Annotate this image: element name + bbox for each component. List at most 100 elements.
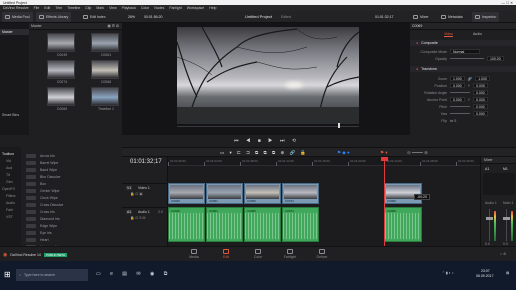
menu-item[interactable]: Timeline (67, 6, 80, 10)
media-clip-thumbnail[interactable]: C0069 (47, 87, 77, 111)
audio-track-header[interactable]: A1 Audio 1 2.0 🔒 ⊡ S M (122, 207, 168, 241)
menu-item[interactable]: Nodes (154, 6, 164, 10)
page-tab-edit[interactable]: Edit (210, 249, 242, 259)
metadata-button[interactable]: Metadata (438, 12, 466, 22)
timeline-ruler[interactable]: 01:01:00:00 01:01:04:00 01:01:08:00 01:01:1… (168, 157, 480, 166)
position-y-field[interactable]: 0.000 (473, 83, 488, 88)
transition-item[interactable]: Cross Iris (0, 208, 122, 215)
transition-item[interactable]: Blur Dissolve (0, 173, 122, 180)
zoom-x-field[interactable]: 1.000 (450, 76, 465, 81)
anchor-x-field[interactable]: 0.000 (450, 97, 465, 102)
page-tab-deliver[interactable]: Deliver (306, 249, 338, 259)
snapping-icon[interactable]: ⚑ ◆ ● (337, 150, 350, 156)
menu-item[interactable]: Mark (96, 6, 104, 10)
menu-item[interactable]: Help (209, 6, 216, 10)
menu-item[interactable]: Color (141, 6, 149, 10)
menu-item[interactable]: Workspace (187, 6, 204, 10)
zoom-level[interactable]: 26% (128, 15, 135, 19)
transition-item[interactable]: Cross Dissolve (0, 201, 122, 208)
flag-icon[interactable]: ⚑ ▾ (380, 150, 388, 156)
yaw-slider[interactable] (450, 113, 470, 114)
video-clip[interactable]: C0049 (168, 183, 205, 204)
audio-clip[interactable]: C0049 (168, 207, 205, 242)
menu-item[interactable]: Clip (85, 6, 91, 10)
zoom-y-field[interactable]: 1.000 (475, 76, 490, 81)
mixer-button[interactable]: Mixer (410, 12, 432, 22)
edit-tools[interactable]: ▭ ▾ ⊏ ⊐ ⧉ ⧉ ⧉ ⊕ 🔗 🔒 (220, 150, 308, 156)
transition-item[interactable]: Barrel Wipe (0, 159, 122, 166)
fader-a1[interactable] (489, 209, 490, 241)
video-track-header[interactable]: V1 Video 1 🔒 ⊡ ▣ (122, 183, 168, 204)
position-x-field[interactable]: 0.000 (450, 83, 465, 88)
transition-item[interactable]: Edge Wipe (0, 222, 122, 229)
audio-clip[interactable]: C0069 (384, 207, 422, 242)
link-icon[interactable]: 🔗 (468, 77, 472, 81)
viewer-playhead[interactable] (338, 123, 340, 128)
media-clip-thumbnail[interactable]: C0066 (91, 60, 121, 84)
composite-mode-select[interactable]: Normal (450, 49, 480, 54)
window-controls[interactable]: — ☐ ✕ (501, 1, 513, 5)
menu-item[interactable]: File (34, 6, 40, 10)
inspector-button[interactable]: Inspector (472, 12, 500, 22)
menu-item[interactable]: Fairlight (169, 6, 181, 10)
video-clip[interactable]: C0074 (282, 183, 319, 204)
yaw-field[interactable]: 0.000 (473, 111, 488, 116)
home-icon[interactable]: ⌂ ⚙ (500, 252, 506, 256)
fader-knob-a1[interactable] (486, 217, 493, 220)
bin-master[interactable]: Master (0, 29, 29, 35)
pitch-slider[interactable] (450, 106, 470, 107)
tab-video[interactable]: Video (444, 32, 453, 37)
transition-item[interactable]: Box (0, 180, 122, 187)
transition-item[interactable]: Heart (0, 236, 122, 243)
opacity-slider[interactable] (450, 58, 484, 59)
menu-item[interactable]: View (109, 6, 117, 10)
transform-section[interactable]: ● Transform (410, 66, 516, 72)
notifications-icon[interactable]: ▤ (506, 271, 509, 275)
menu-item[interactable]: Trim (55, 6, 62, 10)
video-clip[interactable]: C0066 (244, 183, 281, 204)
menu-item[interactable]: Edit (44, 6, 50, 10)
transition-item[interactable]: Diamond Iris (0, 215, 122, 222)
anchor-y-field[interactable]: 0.000 (473, 97, 488, 102)
edit-index-button[interactable]: Edit Index (80, 12, 109, 22)
rotation-field[interactable]: 0.000 (473, 90, 488, 95)
view-options-icon[interactable]: ▦ ☰ ⚙ (107, 24, 119, 28)
audio-clip[interactable]: C0074 (282, 207, 319, 242)
viewer-image[interactable] (177, 27, 359, 124)
page-tab-color[interactable]: Color (242, 249, 274, 259)
opacity-field[interactable]: 100.00 (487, 56, 504, 61)
media-clip-thumbnail[interactable]: C0049 (47, 33, 77, 57)
video-clip[interactable]: C0061 (206, 183, 243, 204)
media-clip-thumbnail[interactable]: C0061 (91, 33, 121, 57)
media-clip-thumbnail[interactable]: C0074 (47, 60, 77, 84)
menu-item[interactable]: Playback (122, 6, 136, 10)
media-pool-button[interactable]: Media Pool (2, 12, 33, 22)
eq-display[interactable] (483, 173, 515, 195)
track-lock-icon[interactable]: 🔒 ⊡ ▣ (130, 192, 143, 196)
effects-library-button[interactable]: Effects Library (36, 12, 72, 22)
system-tray-icons[interactable]: ⌃ ▮ ◐ ♪ (442, 271, 454, 275)
transition-item[interactable]: Center Wipe (0, 187, 122, 194)
composite-section[interactable]: ● Composite (410, 40, 516, 46)
transition-item[interactable]: Band Wipe (0, 166, 122, 173)
page-tab-fairlight[interactable]: Fairlight (274, 249, 306, 259)
transition-item[interactable]: Clock Wipe (0, 194, 122, 201)
audio-clip[interactable]: C0061 (206, 207, 243, 242)
viewer-scrubber[interactable] (177, 126, 359, 127)
rotation-slider[interactable] (450, 92, 470, 93)
fader-m1[interactable] (506, 209, 507, 241)
transition-item[interactable]: Arrow Iris (0, 152, 122, 159)
media-clip-thumbnail[interactable]: Timeline 1 (91, 87, 121, 111)
page-tab-media[interactable]: Media (178, 249, 210, 259)
playhead-handle[interactable] (381, 157, 388, 161)
timeline-playhead[interactable] (384, 157, 385, 246)
zoom-slider[interactable]: ⊖ ━━━━ ⊕ (407, 150, 428, 156)
fader-knob-m1[interactable] (503, 217, 510, 220)
track-controls-icon[interactable]: 🔒 ⊡ S M (130, 216, 145, 220)
tab-audio[interactable]: Audio (473, 32, 482, 36)
flip-icon[interactable]: ⇆ ⇅ (450, 119, 457, 123)
taskbar-search-input[interactable]: ⌕ Type here to search (16, 269, 88, 281)
menu-item[interactable]: DaVinci Resolve (3, 6, 29, 10)
pitch-field[interactable]: 0.000 (473, 104, 488, 109)
transport-controls[interactable]: ⏮ ◀ ■ ▶ ⏭ ⟲ (234, 138, 299, 144)
